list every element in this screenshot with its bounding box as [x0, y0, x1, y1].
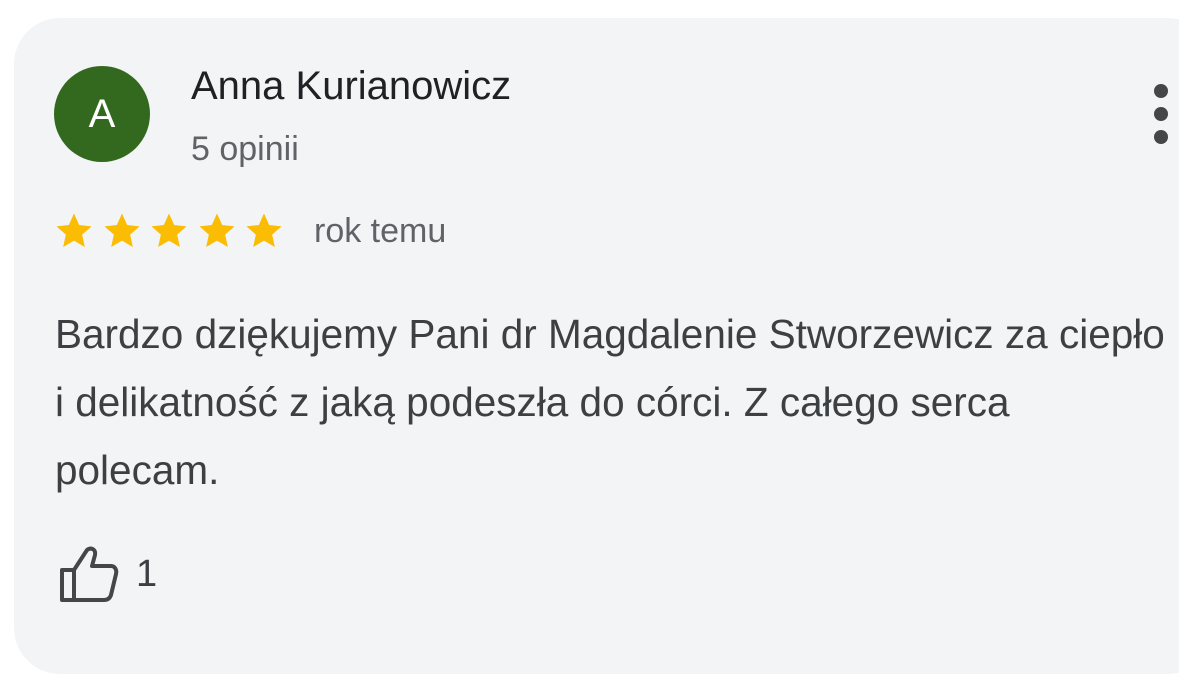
review-card: A Anna Kurianowicz 5 opinii rok temu Bar… — [14, 18, 1179, 674]
review-text: Bardzo dziękujemy Pani dr Magdalenie Stw… — [55, 311, 1165, 493]
avatar-initial: A — [88, 91, 116, 136]
thumbs-up-icon — [60, 546, 119, 602]
more-vertical-icon — [1154, 84, 1168, 98]
star-rating — [54, 209, 292, 253]
review-date: rok temu — [314, 212, 447, 250]
like-button[interactable]: 1 — [58, 544, 157, 604]
star-icon — [56, 213, 92, 247]
more-vertical-icon-dot — [1154, 107, 1168, 121]
more-vertical-icon-dot — [1154, 130, 1168, 144]
more-options-button[interactable] — [1146, 84, 1176, 144]
author-review-count: 5 opinii — [191, 130, 299, 168]
star-icon — [246, 213, 282, 247]
like-count: 1 — [136, 552, 158, 595]
star-icon — [199, 213, 234, 247]
star-icon — [151, 213, 187, 247]
avatar[interactable]: A — [54, 66, 150, 162]
star-icon — [104, 213, 139, 247]
author-name[interactable]: Anna Kurianowicz — [191, 64, 511, 109]
